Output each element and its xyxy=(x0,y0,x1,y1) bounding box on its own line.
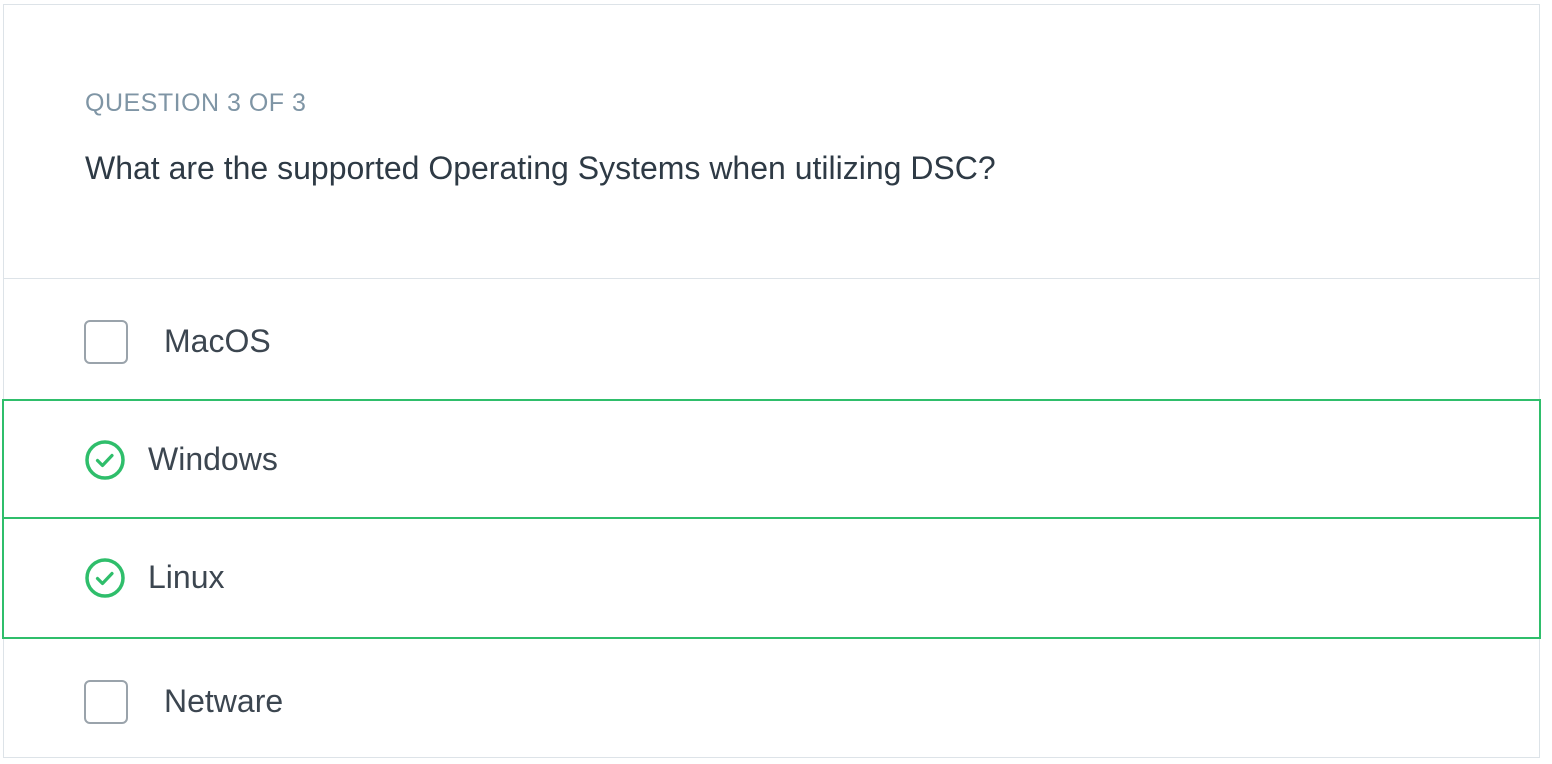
answer-label: Windows xyxy=(148,441,278,477)
answer-option-windows[interactable]: Windows xyxy=(2,399,1541,519)
answer-label: Linux xyxy=(148,559,225,595)
question-text: What are the supported Operating Systems… xyxy=(85,150,996,186)
check-circle-icon xyxy=(85,440,125,480)
question-counter: QUESTION 3 OF 3 xyxy=(85,89,307,117)
answer-option-netware[interactable]: Netware xyxy=(4,639,1539,759)
answer-option-macos[interactable]: MacOS xyxy=(4,279,1539,399)
answer-label: MacOS xyxy=(164,323,271,359)
checkbox-icon[interactable] xyxy=(84,320,128,364)
answer-label: Netware xyxy=(164,683,284,719)
question-header: QUESTION 3 OF 3 What are the supported O… xyxy=(4,5,1539,279)
checkbox-icon[interactable] xyxy=(84,680,128,724)
answer-option-linux[interactable]: Linux xyxy=(2,519,1541,639)
answer-list: MacOS Windows Linux Netware xyxy=(2,279,1541,759)
check-circle-icon xyxy=(85,558,125,598)
quiz-card: QUESTION 3 OF 3 What are the supported O… xyxy=(2,4,1541,759)
